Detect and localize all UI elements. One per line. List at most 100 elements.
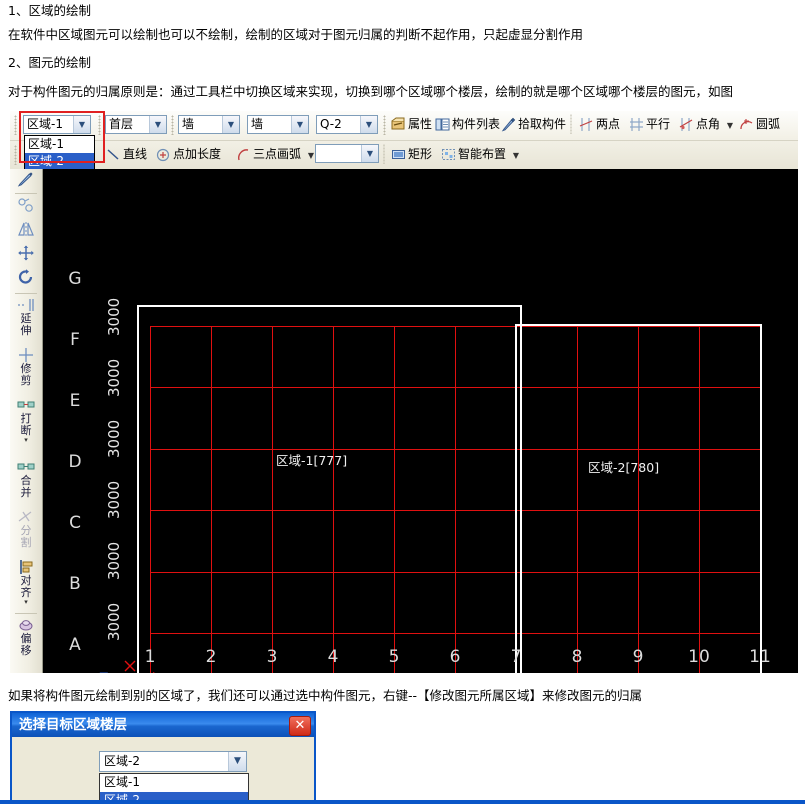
chevron-down-icon[interactable]: ▼: [308, 151, 314, 160]
close-icon[interactable]: ✕: [289, 716, 311, 736]
toolbar-grip[interactable]: [14, 115, 17, 135]
paragraph-1: 1、区域的绘制: [8, 3, 91, 19]
three-point-arc-button[interactable]: 三点画弧 ▼: [235, 144, 314, 165]
chevron-down-icon[interactable]: ▾: [10, 436, 42, 444]
rail-item-split[interactable]: 分割: [10, 509, 42, 548]
parallel-button[interactable]: 平行: [628, 114, 670, 135]
rectangle-button[interactable]: 矩形: [390, 144, 432, 165]
category-combo[interactable]: 墙 ▼: [178, 115, 240, 134]
paragraph-3: 2、图元的绘制: [8, 55, 91, 71]
grid-dim-vertical: 3000: [105, 298, 123, 336]
origin-marker: Z: [99, 659, 169, 673]
line-icon: [106, 147, 121, 162]
member-combo-value: Q-2: [320, 117, 342, 131]
grid-dim-vertical: 3000: [105, 420, 123, 458]
rail-item-brush[interactable]: [10, 171, 42, 187]
grid-dim-vertical: 3000: [105, 542, 123, 580]
component-list-button[interactable]: 构件列表: [434, 114, 500, 135]
style-combo[interactable]: ▼: [315, 144, 379, 163]
dialog-title-text: 选择目标区域楼层: [19, 717, 127, 733]
chevron-down-icon[interactable]: ▼: [228, 752, 246, 771]
drawing-canvas[interactable]: G F E D C B A 3000 3000 3000 3000 3000 3…: [43, 169, 798, 673]
two-point-icon: [579, 117, 594, 132]
rail-item-trim[interactable]: 修剪: [10, 347, 42, 386]
rail-item-offset[interactable]: 偏移: [10, 617, 42, 656]
toolbar-grip[interactable]: [383, 115, 386, 135]
region-outline-1[interactable]: [137, 305, 522, 673]
type-combo[interactable]: 墙 ▼: [247, 115, 309, 134]
smart-layout-button-label: 智能布置: [458, 147, 506, 161]
grid-row-label-C: C: [65, 513, 85, 533]
grid-row-label-A: A: [65, 635, 85, 655]
arc-icon: [739, 117, 754, 132]
toolbar-row-1: 区域-1 ▼ 首层 ▼ 墙 ▼ 墙 ▼ Q-2: [10, 111, 798, 139]
grid-col-label-2: 2: [201, 647, 221, 667]
pick-component-button[interactable]: 拾取构件: [500, 114, 566, 135]
region-outline-2[interactable]: [515, 324, 762, 673]
break-icon: [17, 397, 35, 413]
properties-button[interactable]: 属性: [390, 114, 432, 135]
grid-col-label-5: 5: [384, 647, 404, 667]
chevron-down-icon[interactable]: ▼: [727, 121, 733, 130]
point-length-button[interactable]: 点加长度: [155, 144, 221, 165]
region-label-2: 区域-2[780]: [588, 457, 659, 476]
line-button[interactable]: 直线: [105, 144, 147, 165]
rail-separator: [15, 293, 37, 294]
rail-label: 打断: [20, 413, 32, 436]
rail-separator: [15, 193, 37, 194]
dialog-region-option-1[interactable]: 区域-1: [100, 774, 248, 792]
chevron-down-icon[interactable]: ▼: [361, 145, 378, 162]
rail-item-extend[interactable]: 延伸: [10, 297, 42, 336]
chevron-down-icon[interactable]: ▾: [10, 598, 42, 606]
toolbar-grip[interactable]: [14, 145, 17, 165]
floor-combo[interactable]: 首层 ▼: [105, 115, 167, 134]
rail-label: 对齐: [20, 575, 32, 598]
grid-col-label-8: 8: [567, 647, 587, 667]
rail-label: 合并: [20, 475, 32, 498]
chevron-down-icon[interactable]: ▼: [291, 116, 308, 133]
toolbar-separator: [383, 144, 385, 164]
rail-item-mirror[interactable]: [10, 221, 42, 237]
pick-component-button-label: 拾取构件: [518, 117, 566, 131]
chevron-down-icon[interactable]: ▼: [360, 116, 377, 133]
rail-item-align[interactable]: 对齐 ▾: [10, 559, 42, 606]
smart-layout-button[interactable]: 智能布置 ▼: [440, 144, 519, 165]
rail-label: 延伸: [20, 313, 32, 336]
grid-col-label-10: 10: [686, 647, 712, 667]
rotate-icon: [17, 269, 35, 285]
page-root: 1、区域的绘制 在软件中区域图元可以绘制也可以不绘制，绘制的区域对于图元归属的判…: [0, 0, 805, 804]
dialog-body: 区域-2 ▼ 区域-1 区域-2: [12, 737, 314, 804]
target-region-dialog: 选择目标区域楼层 ✕ 区域-2 ▼ 区域-1 区域-2: [10, 711, 316, 804]
footer-paragraph: 如果将构件图元绘制到别的区域了，我们还可以通过选中构件图元，右键--【修改图元所…: [8, 685, 642, 704]
rail-item-break[interactable]: 打断 ▾: [10, 397, 42, 444]
chevron-down-icon[interactable]: ▼: [149, 116, 166, 133]
chevron-down-icon[interactable]: ▼: [222, 116, 239, 133]
rail-item-merge[interactable]: 合并: [10, 459, 42, 498]
rail-separator: [15, 613, 37, 614]
parallel-button-label: 平行: [646, 117, 670, 131]
properties-button-label: 属性: [408, 117, 432, 131]
point-angle-button[interactable]: 点角 ▼: [678, 114, 733, 135]
brush-icon: [17, 171, 35, 187]
toolbar-grip[interactable]: [171, 115, 174, 135]
page-bottom-rule: [0, 800, 805, 804]
dialog-title-bar: 选择目标区域楼层 ✕: [12, 713, 314, 737]
rail-item-copy-rotate[interactable]: [10, 197, 42, 213]
rail-item-move[interactable]: [10, 245, 42, 261]
component-list-button-label: 构件列表: [452, 117, 500, 131]
grid-row-label-B: B: [65, 574, 85, 594]
toolbar-strip: 区域-1 ▼ 首层 ▼ 墙 ▼ 墙 ▼ Q-2: [10, 111, 798, 170]
grid-row-label-D: D: [65, 452, 85, 472]
merge-icon: [17, 459, 35, 475]
dialog-region-combo[interactable]: 区域-2 ▼: [99, 751, 247, 772]
arc-button[interactable]: 圆弧: [738, 114, 780, 135]
two-point-button[interactable]: 两点: [578, 114, 620, 135]
chevron-down-icon[interactable]: ▼: [513, 151, 519, 160]
grid-dim-vertical: 3000: [105, 359, 123, 397]
offset-icon: [17, 617, 35, 633]
extend-icon: [17, 297, 35, 313]
region-label-1: 区域-1[777]: [276, 450, 347, 469]
member-combo[interactable]: Q-2 ▼: [316, 115, 378, 134]
rail-label: 修剪: [20, 363, 32, 386]
rail-item-rotate[interactable]: [10, 269, 42, 285]
